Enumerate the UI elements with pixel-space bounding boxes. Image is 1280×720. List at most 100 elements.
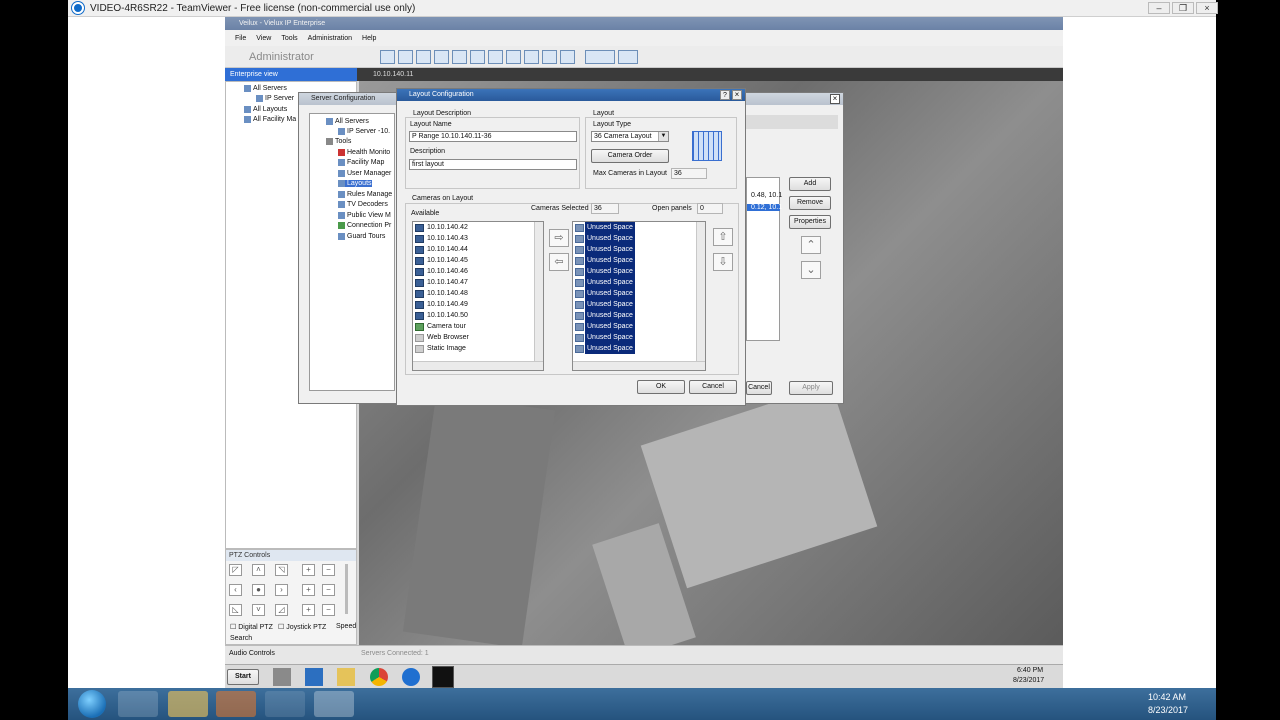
- layout-1x1-button[interactable]: [379, 49, 395, 64]
- ptz-left-icon[interactable]: ‹: [229, 584, 242, 596]
- layout-16-button[interactable]: [541, 49, 557, 64]
- cfg-tree-tv[interactable]: TV Decoders: [338, 201, 388, 208]
- camera-order-button[interactable]: Camera Order: [591, 149, 669, 163]
- server-config-cancel-button[interactable]: Cancel: [746, 381, 772, 395]
- available-camera-item[interactable]: 10.10.140.45: [413, 255, 543, 266]
- available-camera-item[interactable]: Camera tour: [413, 321, 543, 332]
- chrome-taskbar-icon[interactable]: [265, 691, 305, 717]
- powershell-icon[interactable]: [305, 668, 323, 686]
- layout-list-item[interactable]: 0.48, 10.1: [751, 192, 782, 199]
- selected-camera-item[interactable]: Unused Space: [573, 266, 705, 277]
- selected-horizontal-scrollbar[interactable]: [573, 361, 705, 370]
- menu-administration[interactable]: Administration: [308, 35, 352, 42]
- selected-camera-item[interactable]: Unused Space: [573, 310, 705, 321]
- explorer-icon[interactable]: [337, 668, 355, 686]
- move-camera-down-icon[interactable]: ⇩: [713, 253, 733, 271]
- layout-type-select[interactable]: 36 Camera Layout ▼: [591, 131, 669, 142]
- ptz-right-icon[interactable]: ›: [275, 584, 288, 596]
- cfg-tree-facility[interactable]: Facility Map: [338, 159, 384, 166]
- menu-file[interactable]: File: [235, 35, 246, 42]
- tree-all-servers[interactable]: All Servers: [244, 85, 287, 92]
- chrome-icon[interactable]: [370, 668, 388, 686]
- ptz-home-icon[interactable]: ●: [252, 584, 265, 596]
- digital-ptz-checkbox[interactable]: ☐ Digital PTZ: [230, 623, 273, 631]
- available-camera-item[interactable]: 10.10.140.50: [413, 310, 543, 321]
- vms-app-icon[interactable]: [432, 666, 454, 688]
- available-camera-item[interactable]: Web Browser: [413, 332, 543, 343]
- restore-button[interactable]: ❐: [1172, 2, 1194, 14]
- cfg-tree-guard[interactable]: Guard Tours: [338, 233, 385, 240]
- windows-start-icon[interactable]: [78, 690, 106, 718]
- selected-camera-item[interactable]: Unused Space: [573, 321, 705, 332]
- layout-2-button[interactable]: [397, 49, 413, 64]
- selected-camera-item[interactable]: Unused Space: [573, 299, 705, 310]
- server-manager-icon[interactable]: [273, 668, 291, 686]
- selected-camera-item[interactable]: Unused Space: [573, 332, 705, 343]
- layout-25-button[interactable]: [584, 49, 615, 64]
- available-camera-item[interactable]: 10.10.140.48: [413, 288, 543, 299]
- selected-cameras-list[interactable]: Unused Space Unused Space Unused Space Unus…: [572, 221, 706, 371]
- available-camera-item[interactable]: 10.10.140.42: [413, 222, 543, 233]
- selected-camera-item[interactable]: Unused Space: [573, 255, 705, 266]
- add-button[interactable]: Add: [789, 177, 831, 191]
- iris-open-icon[interactable]: +: [302, 604, 315, 616]
- teamviewer-icon[interactable]: [402, 668, 420, 686]
- help-icon[interactable]: ?: [720, 90, 730, 100]
- description-input[interactable]: first layout: [409, 159, 577, 170]
- selected-camera-item[interactable]: Unused Space: [573, 288, 705, 299]
- available-camera-item[interactable]: 10.10.140.44: [413, 244, 543, 255]
- remote-start-button[interactable]: Start: [227, 669, 259, 685]
- internet-explorer-icon[interactable]: [118, 691, 158, 717]
- ptz-down-left-icon[interactable]: ◺: [229, 604, 242, 616]
- zoom-in-icon[interactable]: +: [302, 564, 315, 576]
- available-camera-item[interactable]: 10.10.140.49: [413, 299, 543, 310]
- layout-4-button[interactable]: [433, 49, 449, 64]
- selected-camera-item[interactable]: Unused Space: [573, 233, 705, 244]
- ptz-up-left-icon[interactable]: ◸: [229, 564, 242, 576]
- menu-view[interactable]: View: [256, 35, 271, 42]
- cfg-tree-layouts[interactable]: Layouts: [338, 180, 372, 187]
- media-player-icon[interactable]: [216, 691, 256, 717]
- menu-tools[interactable]: Tools: [281, 35, 297, 42]
- close-icon[interactable]: ×: [732, 90, 742, 100]
- selected-camera-item[interactable]: Unused Space: [573, 343, 705, 354]
- properties-button[interactable]: Properties: [789, 215, 831, 229]
- server-config-close-icon[interactable]: ×: [830, 94, 840, 104]
- available-camera-item[interactable]: 10.10.140.46: [413, 266, 543, 277]
- tree-all-facility[interactable]: All Facility Ma: [244, 116, 296, 123]
- selected-vertical-scrollbar[interactable]: [696, 222, 705, 361]
- layout-36-button[interactable]: [617, 49, 638, 64]
- move-camera-up-icon[interactable]: ⇧: [713, 228, 733, 246]
- ptz-up-icon[interactable]: ˄: [252, 564, 265, 576]
- layout-13-button[interactable]: [523, 49, 539, 64]
- focus-near-icon[interactable]: +: [302, 584, 315, 596]
- camera-view-tab[interactable]: 10.10.140.11: [357, 68, 1063, 81]
- layout-20-button[interactable]: [559, 49, 575, 64]
- joystick-ptz-checkbox[interactable]: ☐ Joystick PTZ: [278, 623, 326, 631]
- cancel-button[interactable]: Cancel: [689, 380, 737, 394]
- layouts-list[interactable]: 0.48, 10.1 0.12, 10.1: [746, 177, 782, 341]
- menu-help[interactable]: Help: [362, 35, 376, 42]
- selected-camera-item[interactable]: Unused Space: [573, 222, 705, 233]
- close-button[interactable]: ×: [1196, 2, 1218, 14]
- layout-6-button[interactable]: [451, 49, 467, 64]
- audio-controls-label[interactable]: Audio Controls: [229, 650, 275, 657]
- iris-close-icon[interactable]: −: [322, 604, 335, 616]
- tree-ip-server[interactable]: IP Server: [256, 95, 294, 102]
- search-label[interactable]: Search: [230, 635, 252, 642]
- ok-button[interactable]: OK: [637, 380, 685, 394]
- selected-camera-item[interactable]: Unused Space: [573, 277, 705, 288]
- cfg-tree-ip-server[interactable]: IP Server -10.: [338, 128, 390, 135]
- layout-name-input[interactable]: P Range 10.10.140.11-36: [409, 131, 577, 142]
- layout-list-item-selected[interactable]: 0.12, 10.1: [747, 204, 782, 211]
- move-down-icon[interactable]: ⌄: [801, 261, 821, 279]
- enterprise-view-tab[interactable]: Enterprise view: [225, 68, 357, 81]
- tree-all-layouts[interactable]: All Layouts: [244, 106, 287, 113]
- cfg-tree-rules[interactable]: Rules Manage: [338, 191, 392, 198]
- available-camera-item[interactable]: Static Image: [413, 343, 543, 354]
- layout-9-button[interactable]: [487, 49, 503, 64]
- speed-slider[interactable]: [345, 564, 348, 614]
- apply-button[interactable]: Apply: [789, 381, 833, 395]
- layout-8-button[interactable]: [469, 49, 485, 64]
- available-vertical-scrollbar[interactable]: [534, 222, 543, 361]
